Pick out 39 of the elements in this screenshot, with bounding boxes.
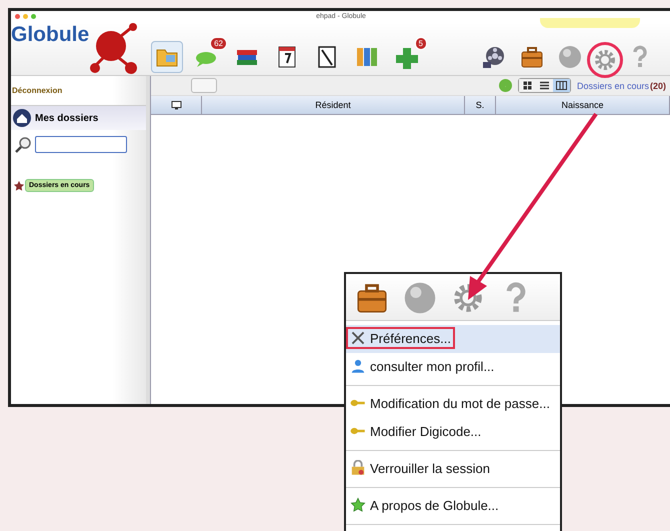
- monitor-icon: [170, 98, 182, 112]
- star-icon: [350, 497, 366, 513]
- column-header[interactable]: Naissance: [496, 96, 670, 114]
- search-field[interactable]: [35, 136, 127, 153]
- menu-item[interactable]: A propos de Globule...: [346, 494, 503, 516]
- briefcase-icon: [519, 44, 545, 70]
- column-header[interactable]: S.: [465, 96, 496, 114]
- menu-item[interactable]: Modifier Digicode...: [346, 420, 486, 442]
- logout-link[interactable]: Déconnexion: [11, 76, 146, 105]
- column-view-icon: [554, 79, 568, 92]
- menu-item[interactable]: consulter mon profil...: [346, 355, 498, 377]
- ball-icon: [402, 280, 438, 316]
- notification-badge: 5: [414, 37, 427, 50]
- view-toggle[interactable]: [518, 79, 536, 92]
- padlock-icon: [350, 460, 366, 476]
- search-icon: [15, 136, 31, 152]
- grid-view-icon: [520, 79, 534, 92]
- home-icon: [13, 109, 31, 127]
- close-button[interactable]: [15, 14, 20, 19]
- menu-item[interactable]: Préférences...: [346, 327, 455, 349]
- filter-link[interactable]: Dossiers en cours: [576, 80, 649, 90]
- view-toggle[interactable]: [536, 79, 553, 92]
- zoom-button[interactable]: [31, 14, 36, 19]
- star-icon: [13, 180, 25, 192]
- ball-icon: [557, 44, 583, 70]
- user-icon: [350, 358, 366, 374]
- record-count: (20): [650, 80, 666, 90]
- list-view-icon: [538, 79, 551, 92]
- settings-icon: [592, 47, 618, 73]
- column-header[interactable]: Résident: [202, 96, 465, 114]
- add-button[interactable]: [498, 79, 512, 92]
- view-toggle[interactable]: [552, 79, 570, 92]
- notification-badge: 62: [210, 37, 227, 50]
- tools-icon: [350, 330, 366, 346]
- menu-item[interactable]: Modification du mot de passe...: [346, 392, 554, 414]
- film-reel-icon: [481, 44, 507, 70]
- menu-item[interactable]: Verrouiller la session: [346, 457, 494, 479]
- section-title: Mes dossiers: [35, 112, 98, 124]
- logo-text: Globule: [11, 23, 90, 47]
